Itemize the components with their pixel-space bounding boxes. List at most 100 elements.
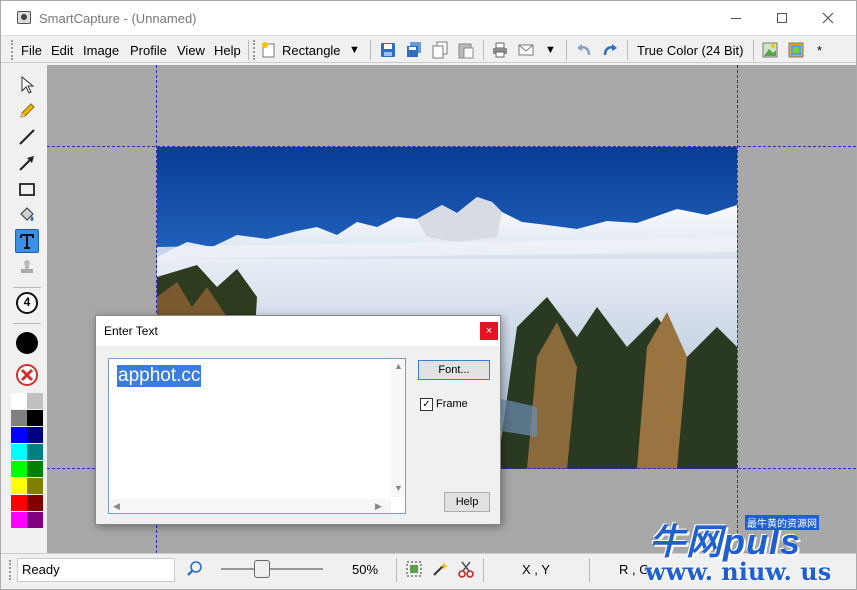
- selection-guide-top: [47, 146, 856, 147]
- more-tools-label[interactable]: *: [817, 43, 822, 58]
- color-swatch[interactable]: [27, 444, 43, 460]
- maximize-button[interactable]: [759, 1, 805, 35]
- statusbar-grip[interactable]: [9, 560, 11, 580]
- toolbar-separator: [566, 40, 567, 60]
- enter-text-dialog: Enter Text × apphot.cc ▲ ▼ ◀ ▶ Font... ✓…: [95, 315, 501, 525]
- toolbar-separator: [483, 40, 484, 60]
- toolbar-separator: [248, 40, 249, 60]
- arrow-icon[interactable]: [15, 151, 39, 175]
- color-swatch[interactable]: [27, 461, 43, 477]
- menu-profile[interactable]: Profile: [130, 43, 167, 58]
- rectangle-icon[interactable]: [15, 177, 39, 201]
- color-swatch[interactable]: [27, 393, 43, 409]
- scroll-right-icon[interactable]: ▶: [375, 501, 382, 512]
- watermark-url: www. niuw. us: [645, 557, 832, 586]
- color-palette-icon[interactable]: [787, 41, 805, 59]
- copy-icon[interactable]: [431, 41, 449, 59]
- image-properties-icon[interactable]: [761, 41, 779, 59]
- selected-text[interactable]: apphot.cc: [117, 365, 202, 387]
- menu-help[interactable]: Help: [214, 43, 241, 58]
- toolbar-grip[interactable]: [253, 40, 255, 60]
- zoom-slider-thumb[interactable]: [254, 560, 270, 578]
- color-swatch[interactable]: [11, 444, 27, 460]
- dialog-title: Enter Text: [104, 324, 158, 338]
- save-icon[interactable]: [379, 41, 397, 59]
- line-icon[interactable]: [15, 125, 39, 149]
- color-swatch[interactable]: [27, 495, 43, 511]
- status-separator: [589, 558, 590, 582]
- tool-separator: [13, 323, 41, 324]
- email-dropdown-icon[interactable]: ▼: [545, 44, 556, 56]
- toolbar-separator: [753, 40, 754, 60]
- undo-icon[interactable]: [575, 41, 593, 59]
- title-bar: SmartCapture - (Unnamed): [1, 1, 856, 35]
- minimize-button[interactable]: [713, 1, 759, 35]
- maximize-icon: [777, 13, 787, 23]
- menu-file[interactable]: File: [21, 43, 42, 58]
- zoom-slider-track[interactable]: [221, 568, 323, 570]
- scroll-left-icon[interactable]: ◀: [113, 501, 120, 512]
- text-entry-area[interactable]: apphot.cc ▲ ▼ ◀ ▶: [108, 358, 406, 514]
- capture-mode-dropdown-icon[interactable]: ▼: [349, 44, 360, 56]
- zoom-level: 50%: [352, 562, 379, 577]
- app-window: SmartCapture - (Unnamed) File Edit Image…: [0, 0, 857, 590]
- number-stamp-label: 4: [23, 295, 31, 309]
- color-swatch[interactable]: [11, 393, 27, 409]
- font-button[interactable]: Font...: [418, 360, 490, 380]
- menu-image[interactable]: Image: [83, 43, 119, 58]
- selection-guide-right: [737, 65, 738, 553]
- select-arrow-icon[interactable]: [15, 73, 39, 97]
- horizontal-scrollbar[interactable]: ◀ ▶: [109, 499, 391, 513]
- email-icon[interactable]: [517, 41, 535, 59]
- scroll-down-icon[interactable]: ▼: [394, 483, 403, 493]
- toolbar-grip[interactable]: [11, 40, 13, 60]
- zoom-icon[interactable]: [186, 560, 204, 578]
- stamp-icon[interactable]: [15, 255, 39, 279]
- color-swatch[interactable]: [11, 512, 27, 528]
- color-swatch[interactable]: [11, 427, 27, 443]
- no-color-icon[interactable]: [15, 363, 39, 387]
- new-capture-icon[interactable]: [260, 41, 278, 59]
- redo-icon[interactable]: [601, 41, 619, 59]
- close-window-button[interactable]: [805, 1, 851, 35]
- pencil-icon[interactable]: [15, 99, 39, 123]
- color-swatch[interactable]: [11, 495, 27, 511]
- foreground-color-icon[interactable]: [15, 331, 39, 355]
- capture-mode-label[interactable]: Rectangle: [282, 43, 341, 58]
- color-swatch[interactable]: [11, 410, 27, 426]
- color-depth-label[interactable]: True Color (24 Bit): [637, 43, 743, 58]
- menu-view[interactable]: View: [177, 43, 205, 58]
- color-swatch[interactable]: [27, 512, 43, 528]
- close-icon: [822, 12, 834, 24]
- magic-wand-icon[interactable]: [431, 560, 449, 578]
- scroll-up-icon[interactable]: ▲: [394, 361, 403, 371]
- color-swatch[interactable]: [27, 410, 43, 426]
- paste-icon[interactable]: [457, 41, 475, 59]
- color-swatch[interactable]: [11, 461, 27, 477]
- number-stamp-icon[interactable]: 4: [15, 291, 39, 315]
- fill-bucket-icon[interactable]: [15, 203, 39, 227]
- dialog-close-button[interactable]: ×: [480, 322, 498, 340]
- status-separator: [396, 558, 397, 582]
- dialog-help-button[interactable]: Help: [444, 492, 490, 512]
- dialog-title-bar[interactable]: Enter Text ×: [96, 316, 500, 346]
- status-text: Ready: [17, 558, 175, 582]
- toolbar-separator: [370, 40, 371, 60]
- scissors-icon[interactable]: [457, 560, 475, 578]
- print-icon[interactable]: [491, 41, 509, 59]
- main-toolbar: File Edit Image Profile View Help Rectan…: [1, 35, 856, 63]
- save-all-icon[interactable]: [405, 41, 423, 59]
- select-region-icon[interactable]: [405, 560, 423, 578]
- toolbar-separator: [627, 40, 628, 60]
- color-swatch[interactable]: [11, 478, 27, 494]
- tool-panel: 4: [9, 65, 45, 551]
- menu-edit[interactable]: Edit: [51, 43, 73, 58]
- vertical-scrollbar[interactable]: ▲ ▼: [391, 359, 405, 497]
- color-swatch[interactable]: [27, 427, 43, 443]
- text-tool-icon[interactable]: [15, 229, 39, 253]
- cursor-coordinates: X , Y: [522, 562, 550, 577]
- window-title: SmartCapture - (Unnamed): [39, 11, 197, 26]
- tool-separator: [13, 287, 41, 288]
- color-swatch[interactable]: [27, 478, 43, 494]
- frame-checkbox[interactable]: ✓: [420, 398, 433, 411]
